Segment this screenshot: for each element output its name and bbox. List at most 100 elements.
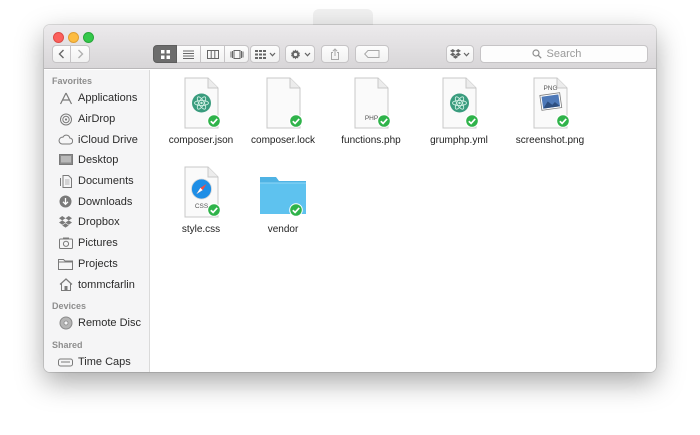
view-mode-segment: [153, 45, 249, 63]
file-name: screenshot.png: [515, 135, 585, 146]
forward-button[interactable]: [71, 45, 90, 63]
sidebar-item-label: tommcfarlin: [78, 278, 135, 291]
arrange-button[interactable]: [250, 45, 280, 63]
share-button[interactable]: [321, 45, 349, 63]
sidebar-item-applications[interactable]: Applications: [44, 88, 149, 109]
sidebar-item-label: Remote Disc: [78, 317, 141, 330]
icon-view-button[interactable]: [153, 45, 177, 63]
sidebar-section-title: Favorites: [52, 76, 93, 86]
applications-icon: [58, 92, 73, 105]
folder-icon: [58, 257, 73, 270]
search-field[interactable]: [480, 45, 648, 63]
grid-icon: [160, 49, 170, 59]
home-icon: [58, 278, 73, 292]
sidebar-item-label: Projects: [78, 257, 118, 270]
sidebar-item-remote-disc[interactable]: Remote Disc: [44, 313, 149, 334]
gear-icon: [290, 48, 300, 59]
sync-check-icon: [289, 114, 303, 128]
atom-document-icon: [175, 76, 227, 130]
cover-flow-icon: [230, 49, 243, 59]
sync-check-icon: [556, 114, 570, 128]
file-name: grumphp.yml: [430, 135, 488, 146]
action-button[interactable]: [285, 45, 315, 63]
documents-icon: [58, 174, 73, 188]
file-item-functions-php[interactable]: PHP functions.php: [326, 76, 416, 146]
sidebar-item-label: Downloads: [78, 195, 133, 208]
list-icon: [183, 50, 194, 59]
sidebar-item-label: Desktop: [78, 154, 119, 167]
sidebar-item-label: iCloud Drive: [78, 133, 138, 146]
back-button[interactable]: [52, 45, 71, 63]
atom-document-icon: [433, 76, 485, 130]
sidebar-item-label: Documents: [78, 175, 134, 188]
sidebar-item-desktop[interactable]: Desktop: [44, 150, 149, 171]
blank-document-icon: [257, 76, 309, 130]
minimize-button[interactable]: [68, 32, 79, 43]
search-icon: [531, 49, 542, 59]
sidebar-item-projects[interactable]: Projects: [44, 254, 149, 275]
background-tab: [313, 9, 373, 25]
sidebar-item-downloads[interactable]: Downloads: [44, 191, 149, 212]
zoom-button[interactable]: [83, 32, 94, 43]
dropbox-button[interactable]: [446, 45, 474, 63]
sidebar-item-time-caps[interactable]: Time Caps: [44, 352, 149, 372]
time-capsule-icon: [58, 355, 73, 368]
sidebar-item-tommcfarlin[interactable]: tommcfarlin: [44, 274, 149, 295]
cover-flow-button[interactable]: [225, 45, 249, 63]
sidebar-item-icloud-drive[interactable]: iCloud Drive: [44, 129, 149, 150]
sidebar-section-title: Shared: [52, 339, 83, 350]
file-type-tag: PNG: [543, 85, 557, 92]
sidebar-item-label: Time Caps: [78, 355, 131, 368]
disc-icon: [58, 316, 73, 330]
list-view-button[interactable]: [177, 45, 201, 63]
tags-button[interactable]: [355, 45, 389, 63]
arrange-grid-icon: [254, 49, 266, 59]
file-grid: composer.json composer.lock PHP function…: [151, 70, 656, 372]
sync-check-icon: [289, 203, 303, 217]
sidebar-item-documents[interactable]: Documents: [44, 171, 149, 192]
chevron-left-icon: [58, 49, 64, 59]
finder-window: Favorites Applications AirDrop iCloud Dr…: [44, 25, 656, 372]
file-item-vendor[interactable]: vendor: [238, 165, 328, 235]
share-icon: [331, 48, 339, 60]
close-button[interactable]: [53, 32, 64, 43]
sidebar-item-label: Applications: [78, 92, 138, 105]
file-name: functions.php: [341, 135, 401, 146]
icloud-icon: [58, 133, 73, 146]
sidebar-item-airdrop[interactable]: AirDrop: [44, 109, 149, 130]
php-document-icon: PHP: [345, 76, 397, 130]
sync-check-icon: [207, 114, 221, 128]
file-item-screenshot-png[interactable]: PNG screenshot.png: [505, 76, 595, 146]
image-document-icon: PNG: [524, 76, 576, 130]
dropbox-icon: [450, 49, 461, 59]
downloads-icon: [58, 195, 73, 208]
safari-document-icon: CSS: [175, 165, 227, 219]
airdrop-icon: [58, 113, 73, 126]
search-input[interactable]: [546, 48, 597, 60]
tag-icon: [364, 50, 380, 58]
sidebar-item-label: AirDrop: [78, 113, 116, 126]
sidebar-item-label: Dropbox: [78, 216, 120, 229]
column-view-button[interactable]: [201, 45, 225, 63]
sidebar: Favorites Applications AirDrop iCloud Dr…: [44, 70, 150, 372]
file-item-composer-json[interactable]: composer.json: [156, 76, 246, 146]
pictures-icon: [58, 237, 73, 250]
columns-icon: [206, 49, 219, 59]
chevron-down-icon: [463, 52, 470, 57]
chevron-down-icon: [304, 52, 310, 57]
file-item-style-css[interactable]: CSS style.css: [156, 165, 246, 235]
sync-check-icon: [377, 114, 391, 128]
desktop-icon: [58, 154, 73, 167]
sidebar-section-title: Devices: [52, 300, 87, 311]
sidebar-item-label: Pictures: [78, 237, 118, 250]
file-item-composer-lock[interactable]: composer.lock: [238, 76, 328, 146]
folder-icon: [257, 165, 309, 219]
file-name: vendor: [267, 224, 299, 235]
sidebar-item-pictures[interactable]: Pictures: [44, 233, 149, 254]
file-item-grumphp-yml[interactable]: grumphp.yml: [414, 76, 504, 146]
dropbox-icon: [58, 216, 73, 229]
sidebar-item-dropbox[interactable]: Dropbox: [44, 212, 149, 233]
sync-check-icon: [207, 203, 221, 217]
file-name: style.css: [181, 224, 221, 235]
file-name: composer.lock: [251, 135, 315, 146]
